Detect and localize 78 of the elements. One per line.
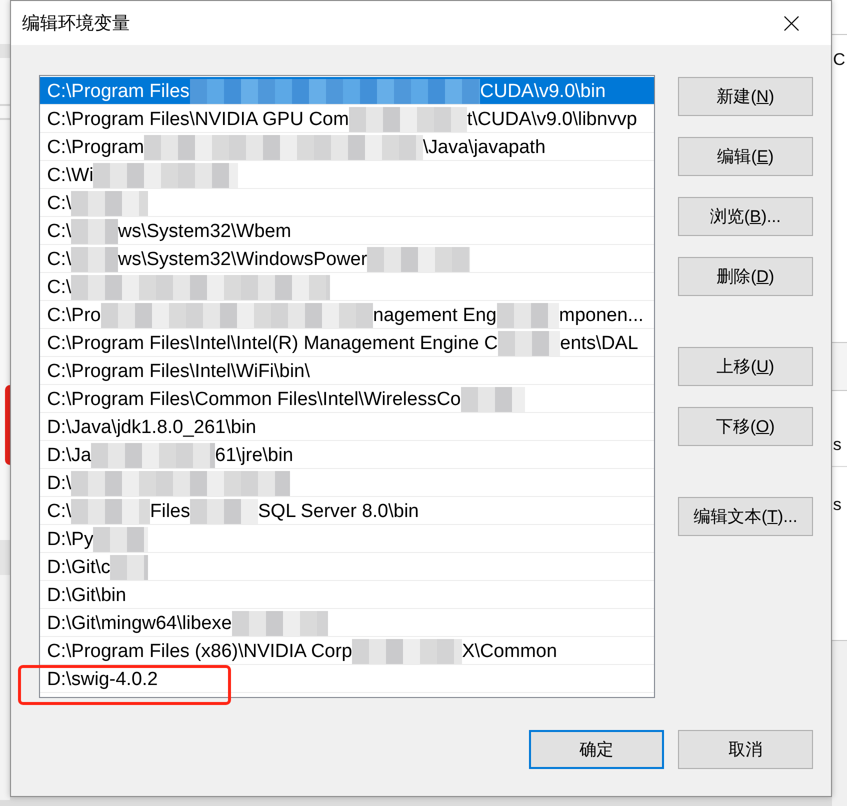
path-text: SQL Server 8.0\bin [258,500,419,522]
path-text: C:\Program Files\Intel\WiFi\bin\ [47,360,310,382]
path-text: mponen... [559,304,644,326]
path-text: C:\Pro [47,304,101,326]
path-list-item[interactable]: D:\Git\bin [40,581,654,609]
redaction-mosaic [460,387,525,412]
path-text: C:\ [47,192,72,214]
action-button[interactable]: 新建(N) [678,77,813,116]
path-list-item[interactable]: C:\Program Files\Intel\WiFi\bin\ [40,357,654,385]
close-icon [784,16,798,30]
path-list-item[interactable]: D:\Py [40,525,654,553]
path-list-item[interactable]: D:\Ja 61\jre\bin [40,441,654,469]
path-list-item[interactable]: C:\Pro nagement Eng mponen... [40,301,654,329]
path-text: D:\Git\bin [47,584,126,606]
path-text: C:\ [47,220,72,242]
path-list-item[interactable]: D:\Java\jdk1.8.0_261\bin [40,413,654,441]
path-text: D:\Java\jdk1.8.0_261\bin [47,416,256,438]
action-button[interactable]: 上移(U) [678,347,813,386]
path-text: D:\ [47,472,72,494]
path-text: C:\Program [47,136,144,158]
path-list-item[interactable]: D:\Git\mingw64\libexe [40,609,654,637]
path-text: C:\Program Files\NVIDIA GPU Com [47,108,349,130]
path-text: \Java\javapath [423,136,546,158]
path-text: ents\DAL [560,332,638,354]
path-list-item[interactable]: C:\ [40,273,654,301]
path-text: CUDA\v9.0\bin [480,80,606,102]
path-text: D:\Git\mingw64\libexe [47,612,232,634]
redaction-mosaic [498,331,560,356]
path-text: X\Common [462,640,558,662]
path-text: D:\Py [47,528,94,550]
path-list-item[interactable]: D:\Git\c [40,553,654,581]
background-text: s [833,494,842,516]
path-list-item[interactable]: C:\ ws\System32\Wbem [40,217,654,245]
path-text: C:\ [47,276,72,298]
path-text: ws\System32\WindowsPower [118,248,368,270]
redaction-mosaic [496,303,559,328]
path-text: nagement Eng [373,304,497,326]
path-list-item[interactable]: D:\ [40,469,654,497]
path-list-item[interactable]: C:\ [40,189,654,217]
dialog-button[interactable]: 取消 [678,730,813,769]
background-text: C [833,49,846,71]
window-title: 编辑环境变量 [22,12,130,35]
redaction-mosaic [71,219,118,244]
path-text: t\CUDA\v9.0\libnvvp [467,108,638,130]
path-text: ws\System32\Wbem [118,220,292,242]
path-list-item[interactable]: C:\ ws\System32\WindowsPower [40,245,654,273]
dialog-button[interactable]: 确定 [529,730,664,769]
path-text: C:\ [47,248,72,270]
path-list-item[interactable]: C:\Wi [40,161,654,189]
path-text: C:\Wi [47,164,94,186]
path-list-item[interactable]: D:\swig-4.0.2 [40,665,654,693]
path-text: C:\Program Files (x86)\NVIDIA Corp [47,640,352,662]
path-list-item[interactable]: C:\Program Files\Intel\Intel(R) Management Engine C ents\DAL [40,329,654,357]
background-text: s [833,434,842,456]
path-list-item[interactable]: C:\Program Files (x86)\NVIDIA Corp X\Common [40,637,654,665]
path-text: Files [150,500,190,522]
action-button[interactable]: 编辑文本(T)... [678,497,813,536]
redaction-mosaic [93,527,148,552]
action-button[interactable]: 浏览(B)... [678,197,813,236]
path-text: D:\Ja [47,444,92,466]
action-button[interactable]: 编辑(E) [678,137,813,176]
action-button[interactable]: 删除(D) [678,257,813,296]
path-text: C:\Program Files [47,80,190,102]
redaction-mosaic [110,555,148,580]
path-text: D:\swig-4.0.2 [47,668,158,690]
path-text: C:\Program Files\Common Files\Intel\WirelessCo [47,388,461,410]
path-list-item[interactable]: C:\Program \Java\javapath [40,133,654,161]
path-text: C:\ [47,500,72,522]
path-text: C:\Program Files\Intel\Intel(R) Management Engine C [47,332,498,354]
redaction-mosaic [71,247,118,272]
path-list-item[interactable]: C:\Program Files\Common Files\Intel\WirelessCo [40,385,654,413]
path-text: 61\jre\bin [215,444,294,466]
action-button[interactable]: 下移(O) [678,407,813,446]
path-list-item[interactable]: C:\Program Files\NVIDIA GPU Com t\CUDA\v9.0\libnvvp [40,105,654,133]
path-list-item[interactable]: C:\Program Files CUDA\v9.0\bin [40,77,654,105]
path-text: D:\Git\c [47,556,110,578]
redaction-mosaic [190,499,258,524]
path-list-item[interactable]: C:\ Files SQL Server 8.0\bin [40,497,654,525]
